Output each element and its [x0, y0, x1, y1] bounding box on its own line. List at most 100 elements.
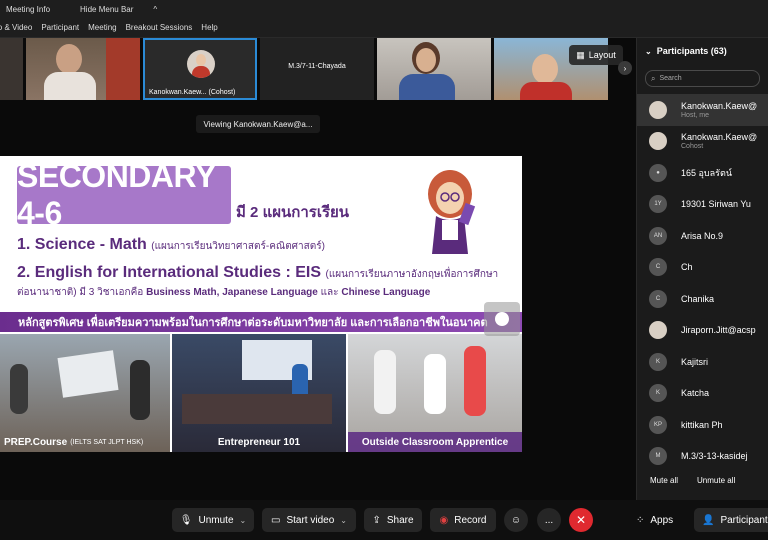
menu-meeting[interactable]: Meeting: [88, 23, 116, 32]
participants-header[interactable]: ⌄ Participants (63): [637, 38, 768, 64]
line3-b: Business Math,: [146, 287, 220, 298]
menu-bar: io & Video Participant Meeting Breakout …: [0, 18, 768, 38]
muted-microphone-icon: 🎙: [179, 514, 193, 526]
close-icon: ✕: [575, 513, 587, 527]
participant-row[interactable]: Kanokwan.Kaew@ Cohost: [637, 126, 768, 158]
photo1-small: (IELTS SAT JLPT HSK): [70, 438, 144, 446]
hide-menu-bar-button[interactable]: Hide Menu Bar ^: [74, 5, 175, 14]
participant-name: Arisa No.9: [681, 230, 724, 241]
slide-title: SECONDARY 4-6: [17, 158, 231, 231]
unmute-button[interactable]: 🎙 Unmute ⌄: [172, 508, 254, 532]
photo2-caption: Entrepreneur 101: [217, 436, 301, 448]
participant-body: [44, 72, 96, 100]
poster-board: [57, 350, 119, 398]
video-thumbnail-strip: Kanokwan.Kaew... (Cohost) M.3/7-11-Chaya…: [0, 38, 620, 100]
video-thumbnail[interactable]: [377, 38, 491, 100]
shared-content: SECONDARY 4-6 มี 2 แผนการเรียน 1. Scienc…: [0, 156, 522, 452]
menu-help[interactable]: Help: [201, 23, 217, 32]
more-icon: ...: [544, 514, 554, 526]
cartoon-student-illustration: [428, 170, 476, 254]
menu-audio-video[interactable]: io & Video: [0, 23, 32, 32]
person-figure: [424, 354, 446, 414]
person-figure: [10, 364, 28, 414]
line2-sub: (แผนการเรียนภาษาอังกฤษเพื่อการศึกษา: [325, 269, 499, 280]
participant-row[interactable]: Kanokwan.Kaew@ Host, me: [637, 94, 768, 126]
participant-row[interactable]: AN Arisa No.9: [637, 220, 768, 252]
slide-banner: หลักสูตรพิเศษ เพื่อเตรียมความพร้อมในการศ…: [0, 312, 522, 332]
share-label: Share: [386, 514, 414, 526]
audience: [182, 394, 332, 424]
layout-button[interactable]: ▦ Layout: [569, 45, 623, 65]
avatar: [649, 132, 667, 151]
avatar-initials: AN: [649, 226, 667, 245]
avatar: [649, 100, 667, 119]
participant-name: 165 อุบลรัตน์: [681, 167, 732, 178]
participant-body: [520, 82, 572, 100]
participant-row[interactable]: 1Y 19301 Siriwan Yu: [637, 189, 768, 221]
meeting-info-button[interactable]: Meeting Info: [6, 5, 50, 14]
caption-bar: Entrepreneur 101: [172, 432, 346, 452]
video-thumbnail[interactable]: [26, 38, 140, 100]
leave-meeting-button[interactable]: ✕: [569, 508, 593, 532]
chevron-up-icon: ^: [153, 4, 158, 14]
share-button[interactable]: ⇪ Share: [364, 508, 422, 532]
participants-button[interactable]: 👤 Participants: [694, 508, 768, 532]
participant-row[interactable]: K Katcha: [637, 378, 768, 410]
avatar-initials: K: [649, 352, 667, 371]
participant-info: Katcha: [681, 388, 709, 398]
caption-bar: PREP.Course (IELTS SAT JLPT HSK): [0, 432, 170, 452]
search-icon: ⌕: [651, 73, 656, 83]
participants-search-input[interactable]: ⌕ Search: [645, 70, 760, 87]
participant-name: Kanokwan.Kaew@: [681, 100, 758, 111]
video-thumbnail-cohost[interactable]: Kanokwan.Kaew... (Cohost): [143, 38, 257, 100]
share-icon: ⇪: [372, 514, 381, 526]
background-curtain: [106, 38, 140, 100]
menu-participant[interactable]: Participant: [41, 23, 79, 32]
participant-info: Arisa No.9: [681, 231, 723, 241]
avatar-initials: KP: [649, 415, 667, 434]
menu-breakout-sessions[interactable]: Breakout Sessions: [126, 23, 193, 32]
participants-label: Participants: [720, 514, 768, 526]
photo-outside-classroom: Outside Classroom Apprentice: [348, 334, 522, 452]
photo-prep-course: PREP.Course (IELTS SAT JLPT HSK): [0, 334, 170, 452]
reactions-button[interactable]: ☺: [504, 508, 528, 532]
more-options-button[interactable]: ...: [537, 508, 561, 532]
line1-sub: (แผนการเรียนวิทยาศาสตร์-คณิตศาสตร์): [151, 241, 325, 252]
participant-role: Cohost: [681, 143, 704, 151]
chevron-right-icon: ›: [623, 63, 627, 73]
participant-row[interactable]: KP kittikan Ph: [637, 409, 768, 441]
slide-plans-text: มี 2 แผนการเรียน: [236, 204, 350, 221]
slide-control-overlay[interactable]: [484, 302, 520, 336]
video-thumbnail[interactable]: [0, 38, 23, 100]
participant-info: 165 อุบลรัตน์: [681, 166, 732, 180]
start-video-button[interactable]: ▭ Start video ⌄: [262, 508, 356, 532]
slide-line-1: 1. Science - Math (แผนการเรียนวิทยาศาสตร…: [17, 236, 325, 254]
record-button[interactable]: ◉ Record: [430, 508, 496, 532]
chevron-down-icon: ⌄: [239, 515, 247, 525]
caption-bar: Outside Classroom Apprentice: [348, 432, 522, 452]
mute-all-button[interactable]: Mute all: [650, 476, 678, 485]
next-thumbnails-button[interactable]: ›: [618, 61, 632, 75]
apps-button[interactable]: ⁘ Apps: [636, 508, 673, 532]
participant-face: [532, 54, 558, 84]
participant-row[interactable]: M M.3/3-13-kasidej: [637, 441, 768, 473]
photo-entrepreneur: Entrepreneur 101: [172, 334, 346, 452]
avatar-initials: C: [649, 258, 667, 277]
unmute-all-button[interactable]: Unmute all: [697, 476, 735, 485]
participant-info: Kajitsri: [681, 357, 708, 367]
participants-footer: Mute all Unmute all: [637, 476, 768, 485]
participant-info: Ch: [681, 262, 693, 272]
participant-row[interactable]: C Ch: [637, 252, 768, 284]
video-thumbnail[interactable]: M.3/7-11-Chayada: [260, 38, 374, 100]
meeting-window: Meeting Info Hide Menu Bar ^ io & Video P…: [0, 0, 768, 540]
participant-row[interactable]: K Kajitsri: [637, 346, 768, 378]
participant-row[interactable]: Jiraporn.Jitt@acsp: [637, 315, 768, 347]
line2-main: 2. English for International Studies : E…: [17, 264, 322, 281]
participant-row[interactable]: C Chanika: [637, 283, 768, 315]
participant-info: Kanokwan.Kaew@ Cohost: [681, 132, 757, 150]
participant-body: [399, 74, 455, 100]
apps-label: Apps: [650, 514, 674, 526]
participant-row[interactable]: ● 165 อุบลรัตน์: [637, 157, 768, 189]
search-placeholder: Search: [659, 75, 682, 82]
avatar: [187, 50, 215, 78]
